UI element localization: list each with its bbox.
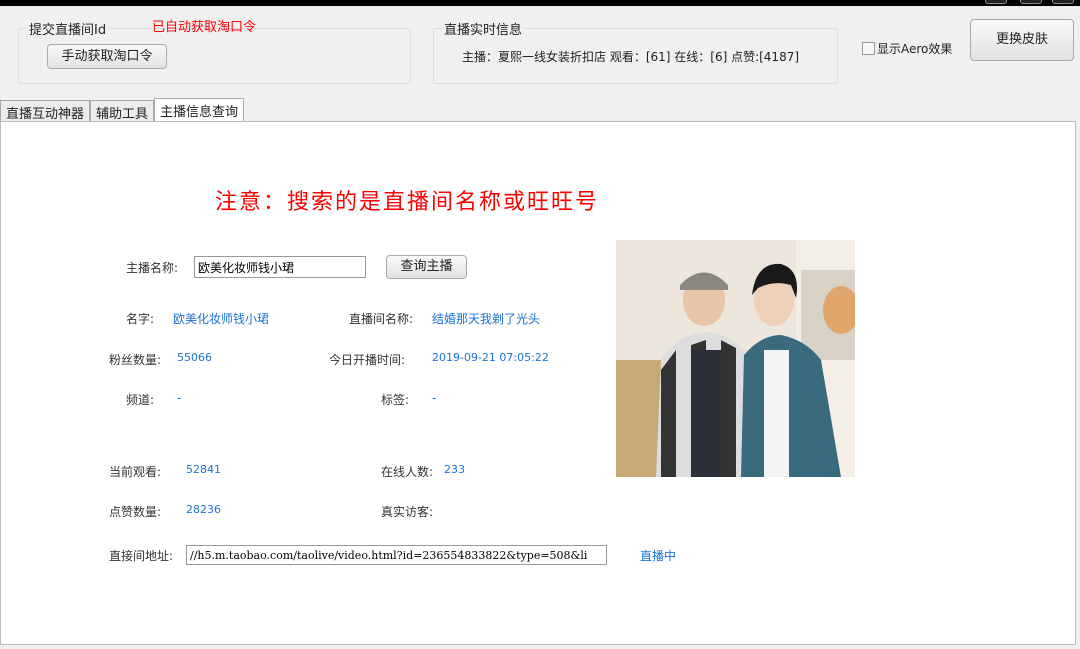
room-url-field[interactable] [186,545,607,565]
search-anchor-button[interactable]: 查询主播 [386,255,467,279]
change-skin-button[interactable]: 更换皮肤 [970,19,1074,61]
url-label: 直接间地址: [109,549,174,563]
anchor-name-input[interactable] [194,256,366,278]
online-value: 233 [444,463,465,476]
anchor-info-panel: 注意：搜索的是直播间名称或旺旺号 主播名称: 查询主播 名字: 欧美化妆师钱小珺… [0,121,1076,645]
viewers-value: 52841 [186,463,221,476]
real-visitors-label: 真实访客: [381,505,434,519]
title-bar [0,0,1080,6]
fans-label: 粉丝数量: [109,353,162,367]
start-time-label: 今日开播时间: [329,353,406,367]
tab-live-interaction[interactable]: 直播互动神器 [0,100,91,122]
checkbox-box[interactable] [862,42,875,55]
start-time-value: 2019-09-21 07:05:22 [432,351,549,364]
live-status-link[interactable]: 直播中 [640,547,676,564]
group-title: 直播实时信息 [442,19,525,38]
channel-label: 频道: [126,393,155,407]
name-value: 欧美化妆师钱小珺 [173,312,270,326]
auto-fetch-status: 已自动获取淘口令 [152,20,257,35]
realtime-info-group: 直播实时信息 主播：夏熙一线女装折扣店 观看：[61] 在线：[6] 点赞:[4… [433,19,838,84]
aero-checkbox[interactable]: 显示Aero效果 [862,40,952,57]
name-label: 名字: [126,312,155,326]
realtime-info-text: 主播：夏熙一线女装折扣店 观看：[61] 在线：[6] 点赞:[4187] [462,50,800,64]
anchor-photo [616,240,855,477]
notice-text: 注意：搜索的是直播间名称或旺旺号 [215,190,600,215]
group-title: 提交直播间Id [27,19,109,38]
aero-label: 显示Aero效果 [877,42,953,56]
likes-label: 点赞数量: [109,505,162,519]
viewers-label: 当前观看: [109,465,162,479]
maximize-button[interactable] [1020,0,1042,4]
search-label: 主播名称: [126,261,179,275]
tab-bar: 直播互动神器 辅助工具 主播信息查询 [0,98,245,122]
room-name-label: 直播间名称: [349,312,414,326]
tags-label: 标签: [381,393,410,407]
minimize-button[interactable] [985,0,1007,4]
online-label: 在线人数: [381,465,434,479]
manual-fetch-button[interactable]: 手动获取淘口令 [47,44,167,69]
channel-value: - [177,391,182,405]
tags-value: - [432,391,437,405]
likes-value: 28236 [186,503,221,516]
tab-anchor-info[interactable]: 主播信息查询 [154,98,245,121]
tab-tools[interactable]: 辅助工具 [90,100,155,122]
room-name-value: 结婚那天我剃了光头 [432,312,541,326]
fans-value: 55066 [177,351,212,364]
close-button[interactable] [1052,0,1074,4]
